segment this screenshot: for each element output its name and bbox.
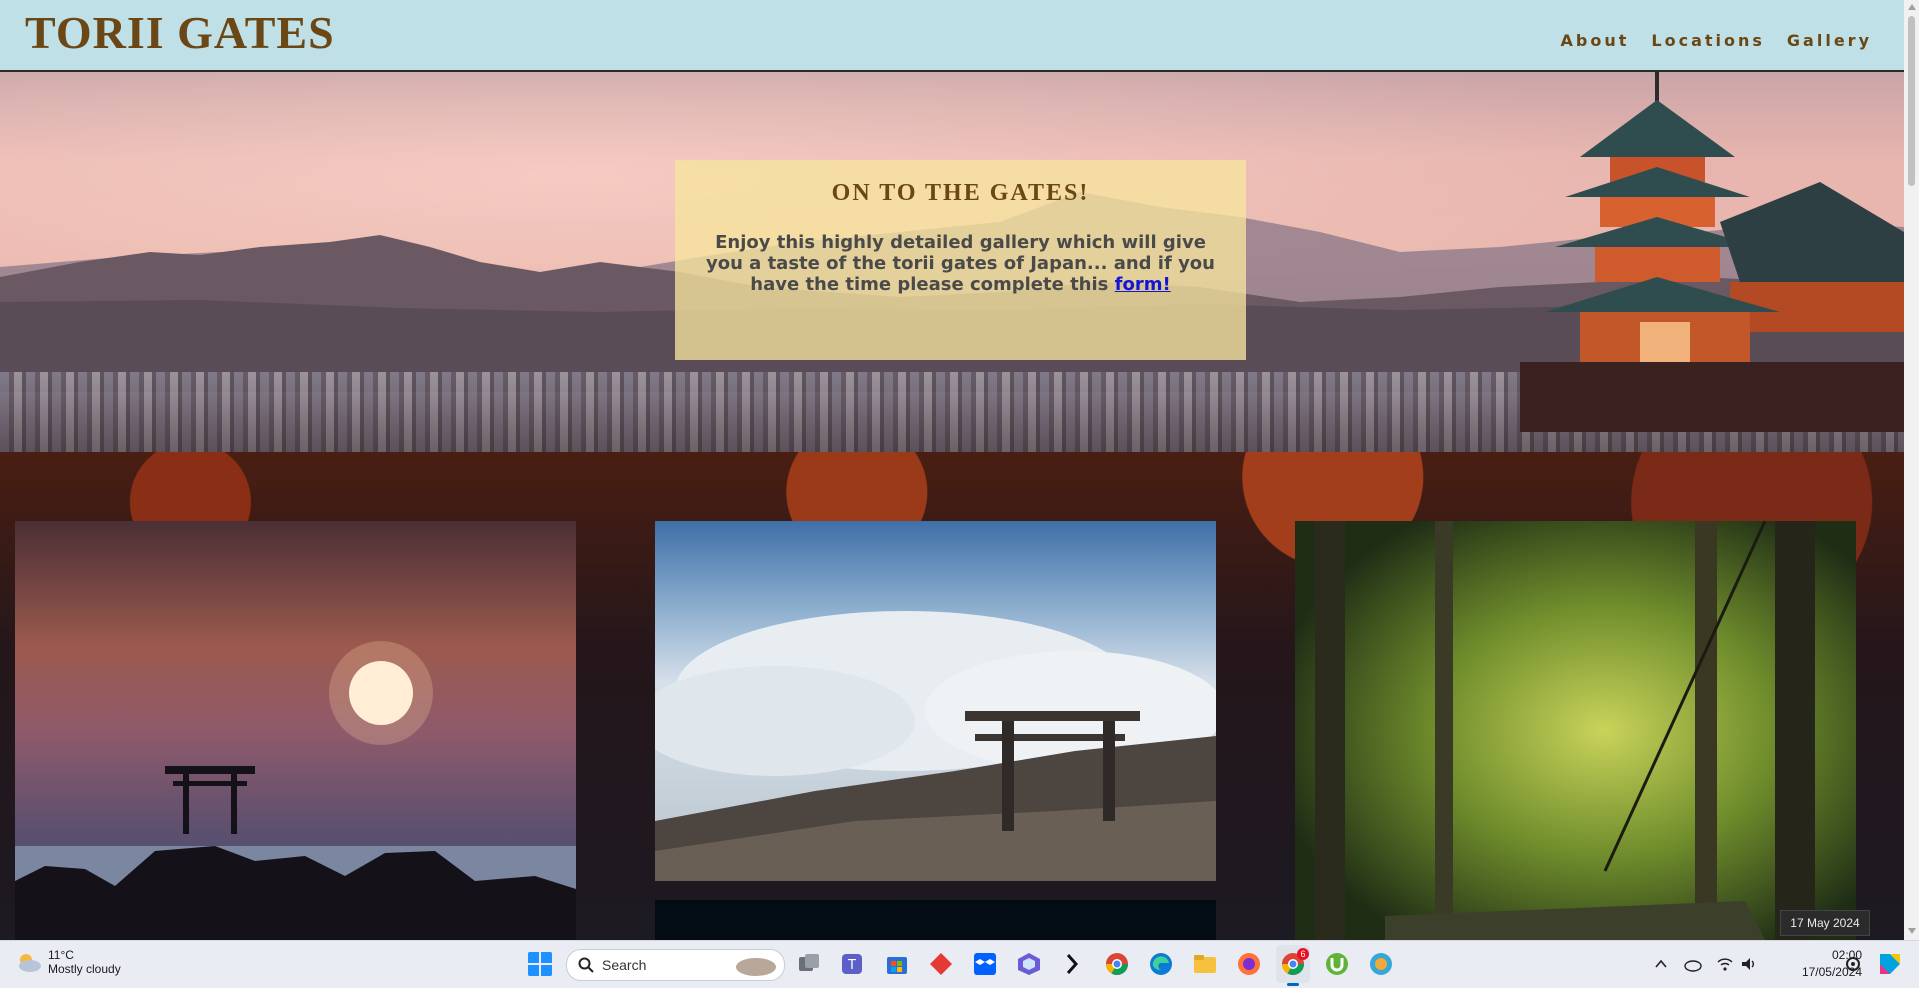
search-placeholder: Search — [602, 957, 647, 973]
page-scrollbar[interactable] — [1904, 0, 1919, 940]
chrome-badge: 6 — [1297, 948, 1309, 960]
gallery-image-forest[interactable] — [1295, 521, 1856, 940]
form-link[interactable]: form! — [1115, 274, 1171, 295]
intro-box: ON TO THE GATES! Enjoy this highly detai… — [675, 160, 1246, 360]
chrome-icon[interactable] — [1104, 951, 1130, 977]
firefox-icon[interactable] — [1236, 951, 1262, 977]
task-view-icon[interactable] — [796, 951, 822, 977]
scroll-down-arrow-icon[interactable] — [1908, 928, 1916, 934]
svg-text:T: T — [847, 958, 856, 973]
start-icon[interactable] — [527, 951, 553, 977]
chevron-up-icon[interactable] — [1652, 955, 1670, 973]
main-nav: About Locations Gallery — [1561, 31, 1872, 50]
file-explorer-icon[interactable] — [1192, 951, 1218, 977]
date-tooltip: 17 May 2024 — [1780, 910, 1870, 936]
windows-taskbar: 11°C Mostly cloudy Search T 6 02:00 17/0… — [0, 940, 1919, 988]
gallery-image-dark[interactable] — [655, 900, 1216, 940]
site-header: TORII GATES About Locations Gallery — [0, 0, 1904, 72]
teams-icon[interactable]: T — [840, 951, 866, 977]
intro-text: Enjoy this highly detailed gallery which… — [695, 232, 1226, 295]
wifi-icon[interactable] — [1716, 955, 1734, 973]
dropbox-icon[interactable] — [972, 951, 998, 977]
gallery-image-sunset-torii[interactable] — [15, 521, 576, 940]
edge-icon[interactable] — [1148, 951, 1174, 977]
scroll-thumb[interactable] — [1908, 16, 1915, 186]
copilot-color-icon[interactable] — [1876, 950, 1902, 976]
nav-link-about[interactable]: About — [1561, 31, 1630, 50]
weather-description: Mostly cloudy — [48, 962, 121, 976]
utorrent-icon[interactable] — [1324, 951, 1350, 977]
gallery-image-cloud-torii[interactable] — [655, 521, 1216, 881]
store-icon[interactable] — [884, 951, 910, 977]
search-icon — [578, 957, 594, 973]
intro-heading: ON TO THE GATES! — [831, 180, 1090, 206]
weather-widget[interactable]: 11°C Mostly cloudy — [14, 948, 121, 976]
cloudy-weather-icon — [19, 954, 41, 972]
globe-app-icon[interactable] — [1368, 951, 1394, 977]
search-highlight-icon — [736, 958, 776, 976]
active-app-indicator — [1287, 983, 1299, 986]
copilot-icon[interactable] — [1016, 951, 1042, 977]
scroll-up-arrow-icon[interactable] — [1908, 4, 1916, 10]
volume-icon[interactable] — [1740, 955, 1758, 973]
nav-link-locations[interactable]: Locations — [1651, 31, 1765, 50]
pagoda-image — [1520, 72, 1904, 432]
weather-temperature: 11°C — [48, 948, 74, 962]
terminal-icon[interactable] — [1060, 951, 1086, 977]
nav-link-gallery[interactable]: Gallery — [1787, 31, 1872, 50]
red-app-icon[interactable] — [928, 951, 954, 977]
onedrive-cloud-icon[interactable] — [1684, 955, 1702, 973]
site-title[interactable]: TORII GATES — [25, 6, 335, 59]
taskbar-search-box[interactable]: Search — [566, 949, 785, 981]
settings-gear-icon[interactable] — [1844, 955, 1862, 973]
